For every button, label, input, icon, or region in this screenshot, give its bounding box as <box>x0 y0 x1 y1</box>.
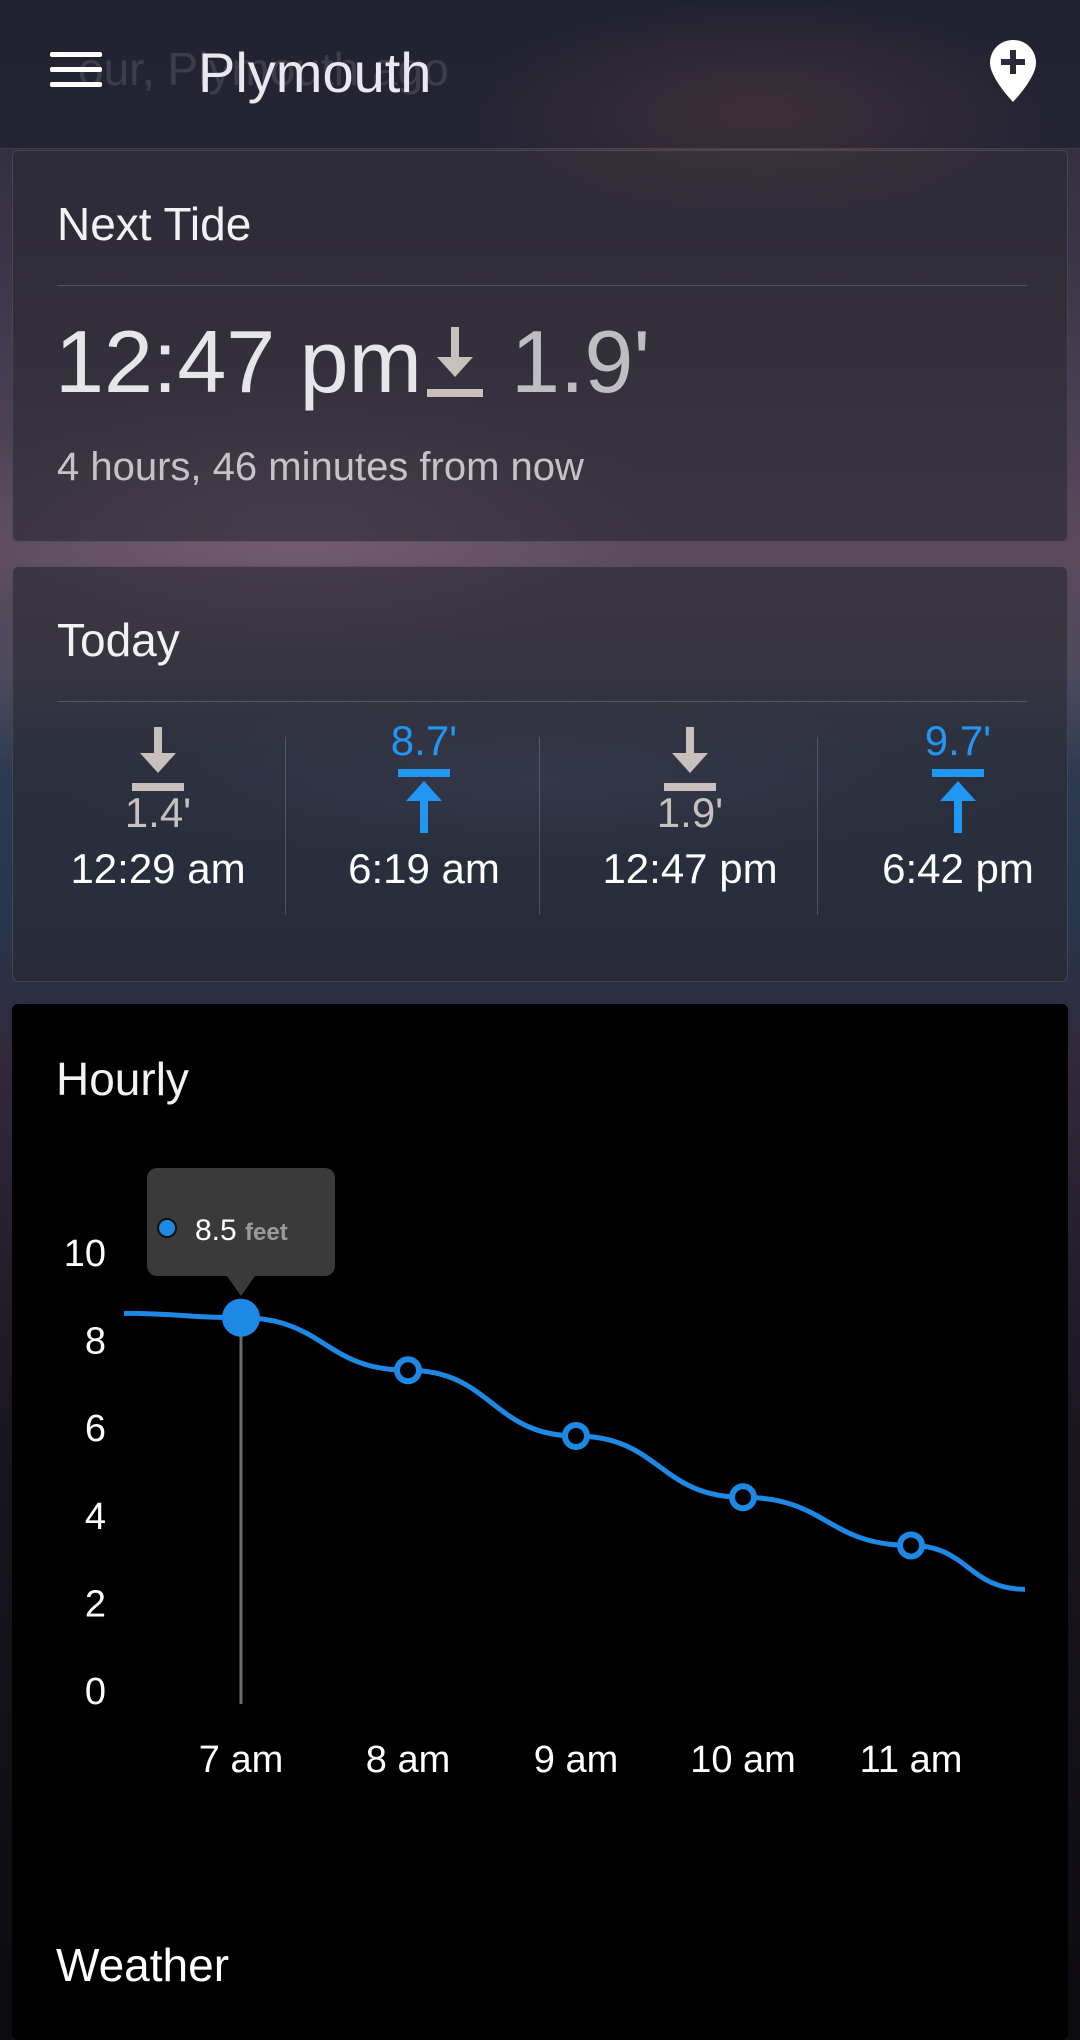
next-tide-relative-time: 4 hours, 46 minutes from now <box>57 445 584 489</box>
y-tick-label: 4 <box>85 1496 106 1538</box>
column-separator <box>285 737 286 915</box>
tide-column-low: 1.9' 12:47 pm <box>563 727 817 927</box>
x-tick-label: 9 am <box>534 1739 618 1781</box>
y-tick-label: 6 <box>85 1408 106 1450</box>
hamburger-menu-icon[interactable] <box>50 52 102 92</box>
tide-time: 12:29 am <box>70 845 246 892</box>
next-tide-card[interactable]: Next Tide 12:47 pm 1.9' 4 hours, 46 minu… <box>12 150 1068 542</box>
y-tick-label: 2 <box>85 1583 106 1625</box>
tide-column-high: 8.7' 6:19 am <box>297 717 551 927</box>
x-tick-label: 11 am <box>860 1739 963 1781</box>
tide-column-high: 9.7' 6:42 pm <box>831 717 1080 927</box>
tide-height: 1.9' <box>656 789 724 836</box>
data-point <box>562 1421 590 1450</box>
low-tide-arrow-icon <box>427 327 483 397</box>
data-point <box>729 1483 757 1512</box>
y-tick-label: 10 <box>64 1233 106 1275</box>
x-tick-label: 10 am <box>690 1739 796 1781</box>
tooltip-value: 8.5 <box>195 1214 237 1247</box>
low-tide-arrow-icon <box>132 727 184 791</box>
next-tide-time: 12:47 pm <box>55 312 422 411</box>
tooltip-series-dot <box>157 1218 177 1238</box>
x-tick-label: 8 am <box>366 1739 450 1781</box>
high-tide-arrow-icon <box>398 769 450 833</box>
hourly-tide-chart[interactable]: 0 2 4 6 8 10 7 am 8 am 9 am 10 am 11 am 8.5 feet <box>12 1004 1068 1884</box>
tide-time: 6:42 pm <box>882 845 1034 892</box>
y-tick-label: 8 <box>85 1321 106 1363</box>
tide-time: 12:47 pm <box>602 845 778 892</box>
divider <box>57 285 1027 286</box>
weather-heading: Weather <box>56 1939 230 1991</box>
tide-time: 6:19 am <box>348 845 500 892</box>
high-tide-arrow-icon <box>932 769 984 833</box>
column-separator <box>817 737 818 915</box>
card-heading: Next Tide <box>57 198 252 250</box>
tooltip-pointer <box>227 1276 255 1296</box>
data-point <box>897 1531 925 1560</box>
tide-height: 8.7' <box>390 717 458 764</box>
tide-column-low: 1.4' 12:29 am <box>31 727 285 927</box>
low-tide-arrow-icon <box>664 727 716 791</box>
tooltip-unit: feet <box>245 1219 288 1246</box>
page-title: Plymouth <box>198 41 432 104</box>
today-card[interactable]: Today 1.4' 12:29 am 8.7' 6:19 am 1.9' 12… <box>12 566 1068 982</box>
tooltip-box <box>147 1168 335 1276</box>
app-bar: our, Plymouth ago Plymouth <box>0 0 1080 149</box>
selected-data-point <box>222 1298 260 1337</box>
x-tick-label: 7 am <box>199 1739 283 1781</box>
data-point <box>394 1356 422 1385</box>
card-heading: Today <box>57 614 180 666</box>
hourly-card[interactable]: Hourly 0 2 4 6 8 10 7 am 8 am 9 am 10 am 11 am 8.5 f… <box>12 1004 1068 2040</box>
divider <box>57 701 1027 702</box>
tide-series-line <box>123 1310 1026 1592</box>
add-location-pin-icon[interactable] <box>990 40 1036 102</box>
y-tick-label: 0 <box>85 1671 106 1713</box>
column-separator <box>539 737 540 915</box>
tide-height: 1.4' <box>124 789 192 836</box>
tide-height: 9.7' <box>924 717 992 764</box>
next-tide-height: 1.9' <box>511 312 651 411</box>
